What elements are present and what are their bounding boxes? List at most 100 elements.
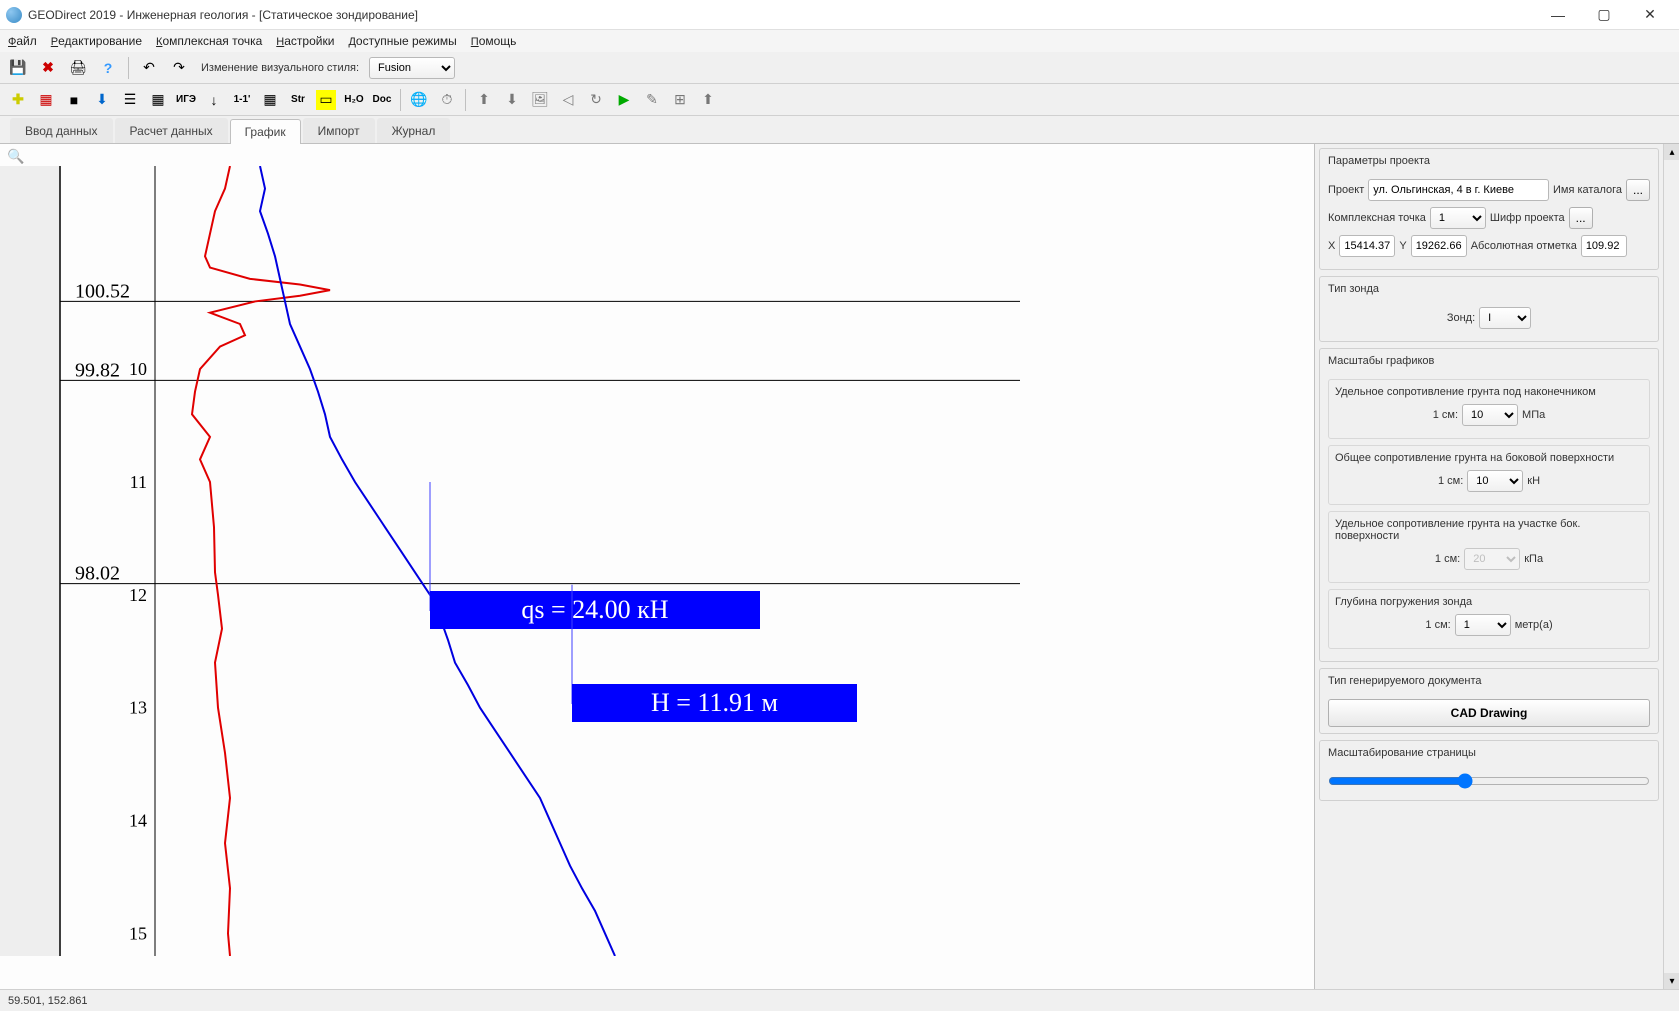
- window-title: GEODirect 2019 - Инженерная геология - […: [28, 8, 1535, 22]
- svg-text:13: 13: [129, 698, 147, 718]
- black-square-icon[interactable]: ■: [62, 88, 86, 112]
- point-select[interactable]: 1: [1430, 207, 1486, 229]
- svg-text:11: 11: [130, 472, 147, 492]
- scroll-down-icon[interactable]: ▾: [1664, 973, 1679, 989]
- upload-icon[interactable]: ⬆: [696, 88, 720, 112]
- globe-icon[interactable]: 🌐: [407, 88, 431, 112]
- doc-button[interactable]: Doc: [370, 88, 394, 112]
- svg-text:98.02: 98.02: [75, 563, 120, 585]
- play-icon[interactable]: ▶: [612, 88, 636, 112]
- menu-complex-point[interactable]: Комплексная точка: [156, 34, 262, 48]
- chart-area[interactable]: 🔍 10 11 12 13 14 15 100.52 99.82 98.02 qs = 24.00…: [0, 144, 1314, 989]
- svg-text:15: 15: [129, 923, 147, 943]
- image-icon[interactable]: 🖼: [528, 88, 552, 112]
- minimize-button[interactable]: —: [1535, 0, 1581, 30]
- tabs: Ввод данных Расчет данных График Импорт …: [0, 116, 1679, 144]
- save-icon[interactable]: 💾: [6, 56, 30, 80]
- menu-file[interactable]: Файл: [8, 34, 37, 48]
- project-params-title: Параметры проекта: [1320, 149, 1658, 173]
- print-icon[interactable]: 🖨: [66, 56, 90, 80]
- side-local-select: 20: [1464, 548, 1520, 570]
- project-label: Проект: [1328, 184, 1364, 196]
- zoom-icon[interactable]: 🔍: [6, 146, 26, 166]
- legend-icon[interactable]: ▭: [314, 88, 338, 112]
- doc-type-button[interactable]: CAD Drawing: [1328, 699, 1650, 727]
- vertical-scrollbar[interactable]: ▴ ▾: [1663, 144, 1679, 989]
- probe-type-group: Тип зонда Зонд: I: [1319, 276, 1659, 342]
- style-label: Изменение визуального стиля:: [201, 62, 359, 74]
- scales-title: Масштабы графиков: [1320, 349, 1658, 373]
- table-icon[interactable]: ▦: [146, 88, 170, 112]
- depth-label: Глубина погружения зонда: [1335, 596, 1643, 608]
- project-params-group: Параметры проекта Проект Имя каталога ..…: [1319, 148, 1659, 270]
- maximize-button[interactable]: ▢: [1581, 0, 1627, 30]
- cursor-coords: 59.501, 152.861: [8, 995, 88, 1007]
- svg-text:99.82: 99.82: [75, 359, 120, 381]
- scales-group: Масштабы графиков Удельное сопротивление…: [1319, 348, 1659, 662]
- statusbar: 59.501, 152.861: [0, 989, 1679, 1011]
- prev-icon[interactable]: ◁: [556, 88, 580, 112]
- tab-import[interactable]: Импорт: [303, 118, 375, 143]
- nav-up-icon[interactable]: ⬆: [472, 88, 496, 112]
- menu-settings[interactable]: Настройки: [276, 34, 334, 48]
- help-icon[interactable]: ?: [96, 56, 120, 80]
- ige-button[interactable]: ИГЭ: [174, 88, 198, 112]
- redo-icon[interactable]: ↷: [167, 56, 191, 80]
- x-input[interactable]: [1339, 235, 1395, 257]
- abs-input[interactable]: [1581, 235, 1627, 257]
- list-icon[interactable]: ☰: [118, 88, 142, 112]
- cipher-label: Шифр проекта: [1490, 212, 1565, 224]
- style-select[interactable]: Fusion: [369, 57, 455, 79]
- grid-icon[interactable]: ▦: [258, 88, 282, 112]
- page-scale-group: Масштабирование страницы: [1319, 740, 1659, 801]
- menu-help[interactable]: Помощь: [471, 34, 517, 48]
- side-total-select[interactable]: 10: [1467, 470, 1523, 492]
- section-button[interactable]: 1-1': [230, 88, 254, 112]
- point-label: Комплексная точка: [1328, 212, 1426, 224]
- x-label: X: [1328, 240, 1335, 252]
- project-input[interactable]: [1368, 179, 1549, 201]
- nav-down-icon[interactable]: ⬇: [500, 88, 524, 112]
- cone-label: Удельное сопротивление грунта под наконе…: [1335, 386, 1643, 398]
- arrow-down-icon[interactable]: ↓: [202, 88, 226, 112]
- probe-select[interactable]: I: [1479, 307, 1531, 329]
- doc-type-title: Тип генерируемого документа: [1320, 669, 1658, 693]
- tab-journal[interactable]: Журнал: [377, 118, 451, 143]
- svg-text:10: 10: [129, 359, 147, 379]
- page-scale-slider[interactable]: [1328, 773, 1650, 789]
- probe-label: Зонд:: [1447, 312, 1475, 324]
- add-point-icon[interactable]: ✚: [6, 88, 30, 112]
- chart-svg: 10 11 12 13 14 15 100.52 99.82 98.02 qs = 24.00 к…: [0, 166, 1025, 956]
- menu-edit[interactable]: Редактирование: [51, 34, 142, 48]
- cipher-browse-button[interactable]: ...: [1569, 207, 1593, 229]
- undo-icon[interactable]: ↶: [137, 56, 161, 80]
- time-icon[interactable]: ⏱: [435, 88, 459, 112]
- abs-label: Абсолютная отметка: [1471, 240, 1577, 252]
- refresh-icon[interactable]: ↻: [584, 88, 608, 112]
- grid-red-icon[interactable]: ▦: [34, 88, 58, 112]
- y-input[interactable]: [1411, 235, 1467, 257]
- h2o-button[interactable]: H₂O: [342, 88, 366, 112]
- cone-select[interactable]: 10: [1462, 404, 1518, 426]
- svg-text:qs = 24.00 кН: qs = 24.00 кН: [521, 595, 668, 624]
- download-icon[interactable]: ⬇: [90, 88, 114, 112]
- catalog-browse-button[interactable]: ...: [1626, 179, 1650, 201]
- edit-icon[interactable]: ✎: [640, 88, 664, 112]
- delete-icon[interactable]: ✖: [36, 56, 60, 80]
- y-label: Y: [1399, 240, 1406, 252]
- svg-text:H = 11.91 м: H = 11.91 м: [651, 688, 778, 717]
- svg-text:14: 14: [129, 811, 147, 831]
- str-button[interactable]: Str: [286, 88, 310, 112]
- side-local-label: Удельное сопротивление грунта на участке…: [1335, 518, 1643, 542]
- tab-input[interactable]: Ввод данных: [10, 118, 113, 143]
- doc-type-group: Тип генерируемого документа CAD Drawing: [1319, 668, 1659, 734]
- tab-calc[interactable]: Расчет данных: [115, 118, 228, 143]
- svg-text:12: 12: [129, 585, 147, 605]
- svg-text:100.52: 100.52: [75, 280, 130, 302]
- layout-icon[interactable]: ⊞: [668, 88, 692, 112]
- close-button[interactable]: ✕: [1627, 0, 1673, 30]
- menu-modes[interactable]: Доступные режимы: [348, 34, 456, 48]
- depth-select[interactable]: 1: [1455, 614, 1511, 636]
- scroll-up-icon[interactable]: ▴: [1664, 144, 1679, 160]
- tab-chart[interactable]: График: [230, 119, 301, 144]
